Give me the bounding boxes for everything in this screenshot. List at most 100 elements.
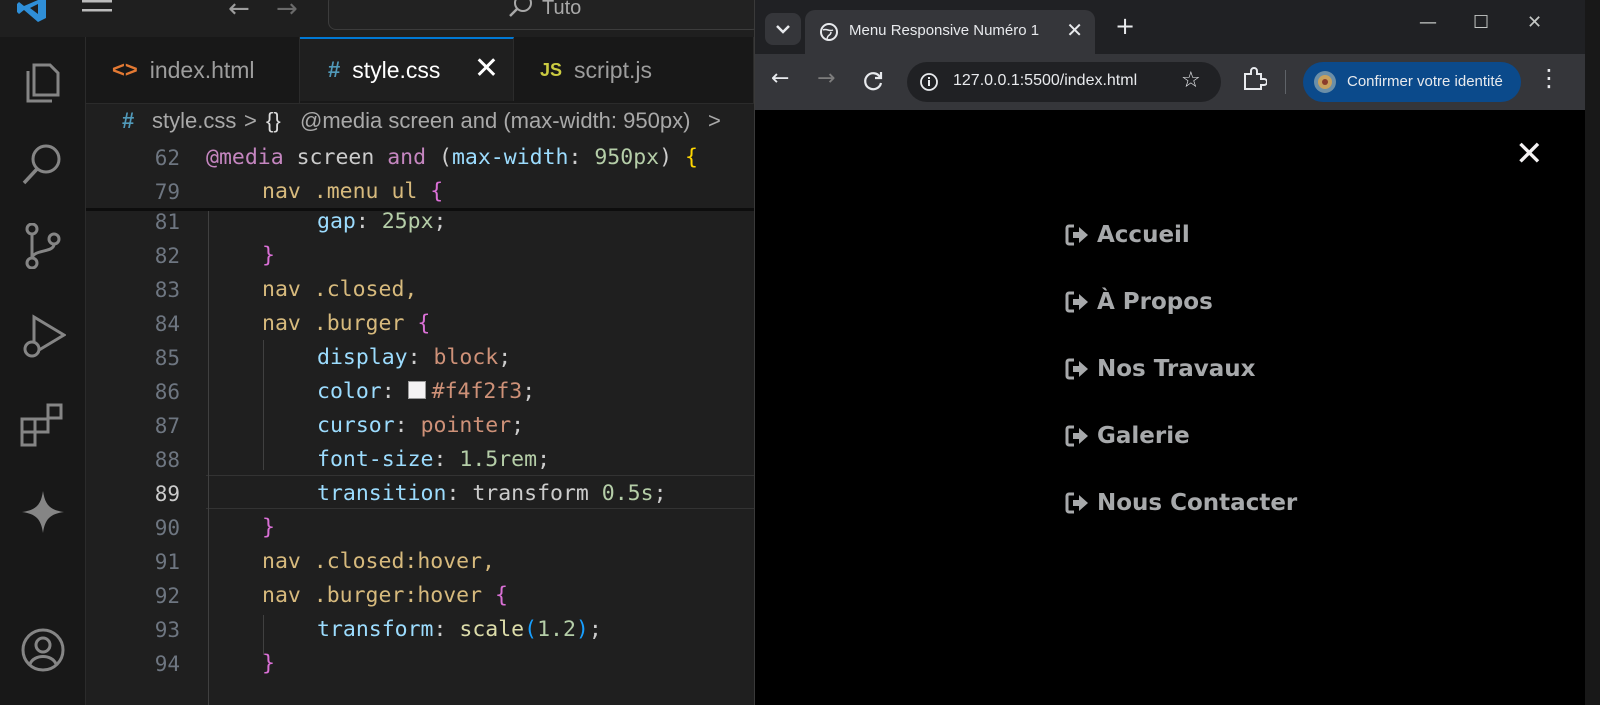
menu-item-galerie[interactable]: Galerie [1065,423,1190,449]
tab-style-css[interactable]: # style.css ✕ [300,37,514,101]
code-line-91: nav .closed:hover, [262,549,495,574]
close-menu-icon[interactable]: ✕ [1515,134,1544,174]
editor-tabs: <> index.html # style.css ✕ JS script.js [86,37,754,104]
token: block [433,345,499,370]
more-menu-icon[interactable]: ⋮ [1537,64,1561,92]
profile-identity-button[interactable]: Confirmer votre identité [1303,62,1521,102]
sign-in-arrow-icon [1065,224,1088,246]
back-arrow-icon[interactable]: ← [771,66,789,91]
new-tab-button[interactable]: + [1115,12,1135,40]
code-line-84: nav .burger { [262,311,430,336]
token: nav .burger:hover [262,583,495,608]
minimize-icon[interactable]: — [1419,12,1437,33]
code-editor[interactable]: 62 79 81 82 83 84 85 86 87 88 89 90 91 9… [86,140,754,705]
extensions-icon[interactable] [20,401,66,447]
token: ; [653,481,667,506]
code-line-62: @media screen and (max-width: 950px) { [206,145,698,170]
token: : [433,447,460,472]
token: gap [317,209,356,234]
hamburger-menu-icon[interactable] [82,0,116,18]
breadcrumb: # style.css > {} @media screen and (max-… [86,104,754,140]
close-tab-icon[interactable]: ✕ [1066,18,1083,42]
activity-bar [0,37,86,705]
tab-script-js[interactable]: JS script.js [514,37,754,103]
token: transform [472,481,602,506]
explorer-files-icon[interactable] [20,57,66,103]
token: ( [524,617,538,642]
menu-item-accueil[interactable]: Accueil [1065,222,1190,248]
token: : [446,481,473,506]
command-center-label: Tuto [542,0,582,19]
css-file-icon: # [328,57,341,82]
line-number: 88 [154,448,180,472]
css-file-icon: # [122,108,135,133]
menu-item-nous-contacter[interactable]: Nous Contacter [1065,490,1297,516]
menu-item-nos-travaux[interactable]: Nos Travaux [1065,356,1256,382]
toolbar-divider [1285,70,1286,94]
breadcrumb-scope[interactable]: @media screen and (max-width: 950px) [300,108,690,134]
line-number: 87 [154,414,180,438]
back-arrow-icon[interactable]: ← [228,0,250,24]
code-line-89: transition: transform 0.5s; [317,481,667,506]
line-number: 91 [154,550,180,574]
code-line-90: } [262,515,275,540]
token: transition [317,481,447,506]
chevron-down-icon [776,25,790,34]
tab-search-button[interactable] [765,13,801,45]
copilot-sparkle-icon[interactable] [20,489,66,535]
search-icon[interactable] [20,141,66,187]
token: : [433,617,460,642]
token: pointer [420,413,512,438]
token: #f4f2f3 [431,379,523,404]
token: 0.5s [601,481,654,506]
site-info-icon[interactable] [919,72,939,92]
address-bar[interactable]: 127.0.0.1:5500/index.html ☆ [907,62,1221,102]
token: } [262,515,275,540]
close-window-icon[interactable]: ✕ [1527,12,1542,33]
token: ; [522,379,536,404]
maximize-icon[interactable]: ☐ [1473,12,1489,33]
token: cursor [317,413,395,438]
line-number: 62 [154,146,180,170]
extensions-puzzle-icon[interactable] [1241,66,1267,92]
token: : [394,413,421,438]
token: 1.5rem [459,447,538,472]
sign-in-arrow-icon [1065,425,1088,447]
browser-window: Menu Responsive Numéro 1 ✕ + — ☐ ✕ ← → 1… [754,0,1585,705]
code-line-81: gap: 25px; [317,209,446,234]
close-tab-icon[interactable]: ✕ [474,51,499,86]
forward-arrow-icon[interactable]: → [276,0,298,24]
indent-guide [263,615,264,655]
line-number-current: 89 [154,482,180,506]
forward-arrow-icon[interactable]: → [817,66,835,91]
token: 25px [381,209,434,234]
run-and-debug-icon[interactable] [20,313,66,359]
browser-tab-active[interactable]: Menu Responsive Numéro 1 ✕ [805,10,1095,54]
menu-item-label: Accueil [1097,222,1190,248]
token: ; [537,447,551,472]
token: ; [588,617,602,642]
bookmark-star-icon[interactable]: ☆ [1181,68,1201,93]
tab-index-html[interactable]: <> index.html [86,37,300,103]
token: nav .closed, [262,277,418,302]
token: ; [511,413,525,438]
code-line-86: color: #f4f2f3; [317,379,535,404]
html-file-icon: <> [112,57,138,82]
menu-item-label: Nos Travaux [1097,356,1256,382]
token: { [495,583,508,608]
menu-item-label: Nous Contacter [1097,490,1298,516]
token: { [430,179,444,204]
breadcrumb-separator: > [708,108,721,133]
color-swatch-icon[interactable] [407,381,426,399]
breadcrumb-file[interactable]: style.css [152,108,236,134]
menu-item-a-propos[interactable]: À Propos [1065,289,1213,315]
line-number: 90 [154,516,180,540]
token: : [355,209,382,234]
account-icon[interactable] [20,627,66,673]
source-control-icon[interactable] [20,223,66,269]
reload-icon[interactable] [863,70,885,92]
line-number: 81 [154,210,180,234]
code-line-82: } [262,243,275,268]
token: 1.2 [537,617,576,642]
token: ; [433,209,447,234]
